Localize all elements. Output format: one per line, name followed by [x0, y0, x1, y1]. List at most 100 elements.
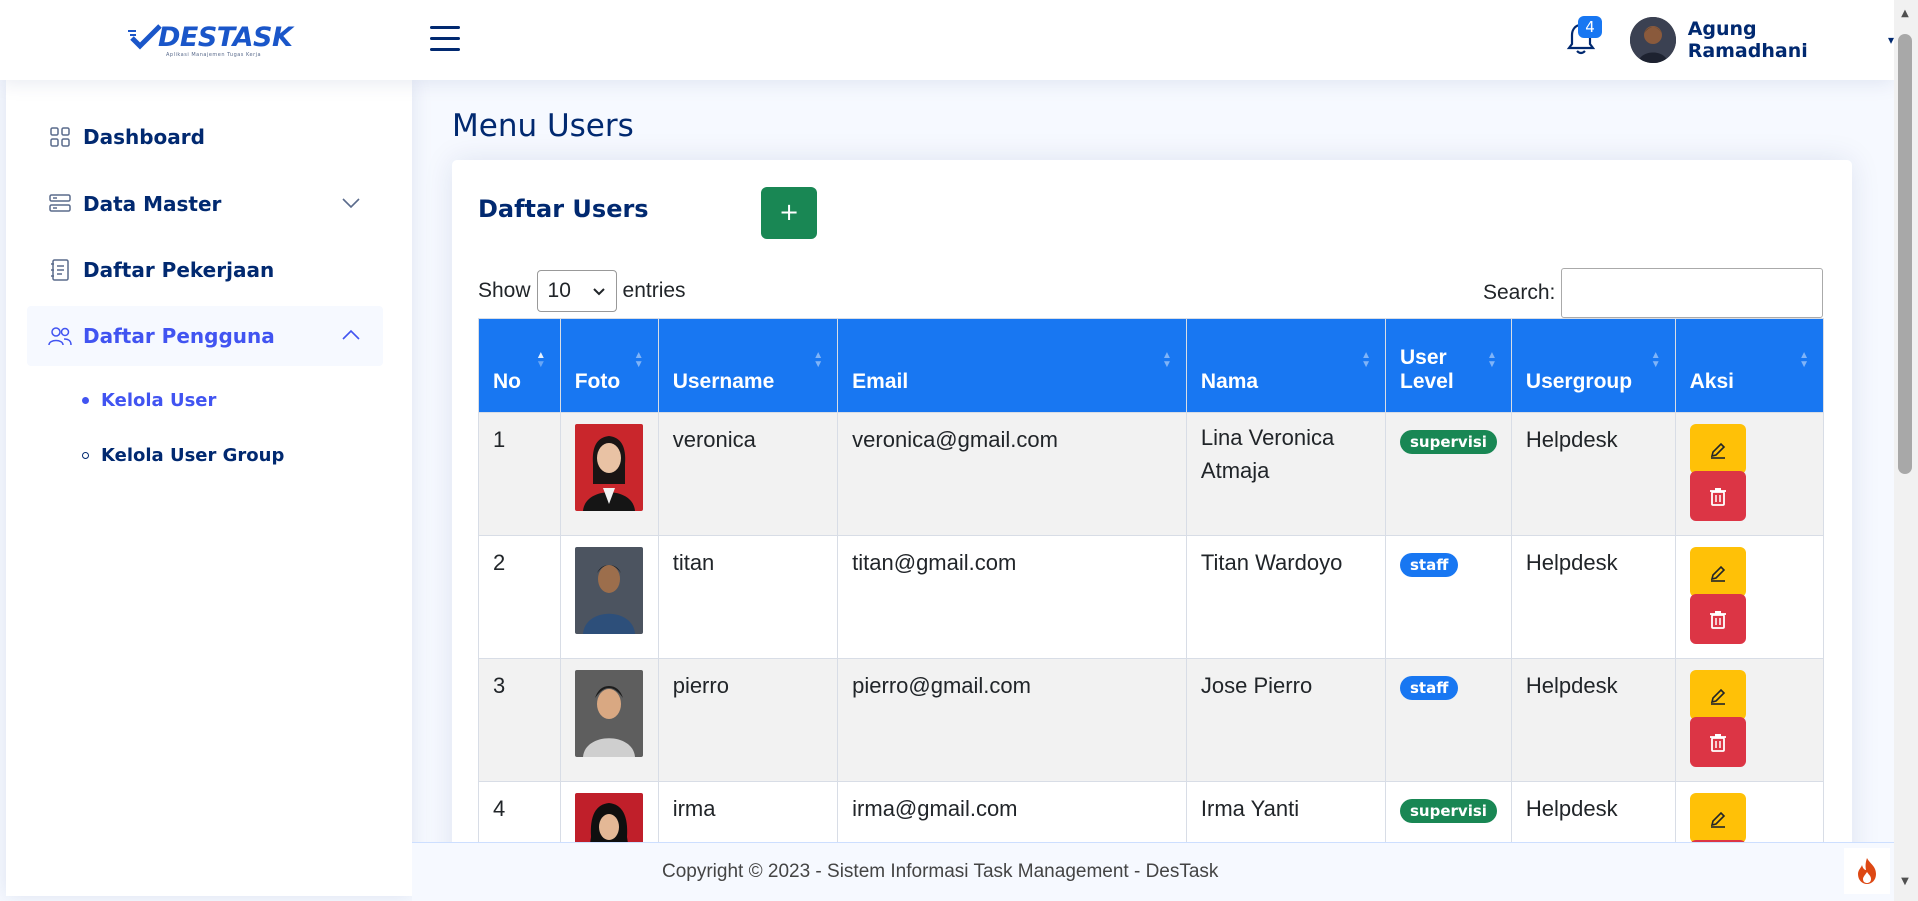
cell-username: pierro [657, 658, 839, 782]
cell-foto [559, 658, 659, 782]
pencil-icon [1710, 566, 1725, 582]
sidebar-subitem-kelola-user[interactable]: Kelola User [82, 385, 216, 415]
cell-foto [559, 412, 659, 536]
cell-aksi [1674, 658, 1825, 782]
bullet-filled-icon [82, 396, 89, 404]
user-name: Agung Ramadhani [1687, 18, 1808, 62]
column-header-usergroup[interactable]: Usergroup ▲ ▼ [1510, 318, 1676, 413]
edit-button[interactable] [1689, 670, 1746, 720]
column-header-foto[interactable]: Foto ▲ ▼ [559, 318, 659, 413]
column-header-username[interactable]: Username ▲ ▼ [657, 318, 839, 413]
sidebar-item-daftar-pekerjaan[interactable]: Daftar Pekerjaan [27, 240, 383, 300]
cell-email: veronica@gmail.com [837, 412, 1187, 536]
column-header-nama[interactable]: Nama ▲ ▼ [1185, 318, 1387, 413]
cell-username: veronica [657, 412, 839, 536]
status-badge: supervisi [1400, 430, 1497, 454]
delete-button[interactable] [1689, 594, 1746, 644]
sidebar-subitem-label: Kelola User [101, 389, 217, 411]
page-title: Menu Users [452, 108, 634, 144]
cell-usergroup: Helpdesk [1510, 535, 1676, 659]
column-header-aksi[interactable]: Aksi ▲ ▼ [1674, 318, 1825, 413]
user-photo [574, 547, 643, 634]
column-header-no[interactable]: No ▲ ▼ [478, 318, 561, 413]
pencil-icon [1710, 689, 1725, 705]
codeigniter-icon[interactable] [1844, 848, 1890, 894]
user-photo [574, 670, 643, 757]
sidebar-subitem-kelola-user-group[interactable]: Kelola User Group [82, 440, 284, 470]
pencil-icon [1710, 443, 1725, 459]
top-header: DESTASK Aplikasi Manajemen Tugas Kerja 4… [0, 0, 1894, 80]
cell-email: titan@gmail.com [837, 535, 1187, 659]
cell-no: 3 [478, 658, 561, 782]
server-icon [47, 191, 73, 217]
status-badge: staff [1400, 553, 1459, 577]
user-photo [574, 424, 643, 511]
cell-aksi [1674, 412, 1825, 536]
destask-logo[interactable]: DESTASK Aplikasi Manajemen Tugas Kerja [128, 22, 293, 60]
cell-no: 2 [478, 535, 561, 659]
scroll-up-arrow-icon[interactable]: ▲ [1899, 8, 1911, 19]
cell-usergroup: Helpdesk [1510, 658, 1676, 782]
cell-user-level: staff [1385, 658, 1512, 782]
users-table: No ▲ ▼ Foto ▲ ▼ Username ▲ ▼ Email ▲ ▼ Nama ▲ ▼ Us… [478, 318, 1825, 901]
edit-button[interactable] [1689, 547, 1746, 597]
table-search: Search: [1483, 268, 1824, 318]
journal-icon [47, 257, 73, 283]
people-icon [47, 323, 73, 349]
add-user-button[interactable]: + [761, 187, 817, 239]
scrollbar-thumb[interactable] [1898, 34, 1912, 474]
bullet-outline-icon [82, 451, 89, 459]
avatar [1630, 17, 1676, 63]
trash-icon [1709, 734, 1726, 753]
pencil-icon [1710, 812, 1725, 828]
card-title: Daftar Users [478, 195, 649, 223]
trash-icon [1709, 488, 1726, 507]
sidebar-item-label: Data Master [83, 192, 222, 216]
entries-select[interactable]: 10 [536, 270, 617, 312]
column-header-email[interactable]: Email ▲ ▼ [837, 318, 1187, 413]
cell-nama: Lina Veronica Atmaja [1185, 412, 1387, 536]
cell-no: 1 [478, 412, 561, 536]
toggle-sidebar-button[interactable] [430, 26, 462, 54]
sidebar-item-label: Daftar Pekerjaan [83, 258, 275, 282]
search-label: Search: [1483, 281, 1556, 304]
cell-email: pierro@gmail.com [837, 658, 1187, 782]
cell-foto [559, 535, 659, 659]
trash-icon [1709, 611, 1726, 630]
sidebar-item-label: Dashboard [83, 125, 205, 149]
sidebar-item-daftar-pengguna[interactable]: Daftar Pengguna [27, 306, 383, 366]
entries-select-value: 10 [547, 279, 571, 302]
edit-button[interactable] [1689, 424, 1746, 474]
cell-user-level: staff [1385, 535, 1512, 659]
chevron-up-icon [341, 326, 361, 345]
sidebar-item-dashboard[interactable]: Dashboard [27, 107, 383, 167]
sidebar-item-data-master[interactable]: Data Master [27, 174, 383, 234]
table-row: 1 veronica veronica@gmail.com Lina Veron… [478, 412, 1825, 536]
sidebar-subitem-label: Kelola User Group [101, 444, 285, 466]
status-badge: staff [1400, 676, 1459, 700]
edit-button[interactable] [1689, 793, 1746, 843]
table-row: 2 titan titan@gmail.com Titan Wardoyo st… [478, 535, 1825, 659]
entries-label: entries [622, 279, 686, 302]
search-input[interactable] [1561, 268, 1824, 318]
cell-nama: Jose Pierro [1185, 658, 1387, 782]
grid-icon [47, 124, 73, 150]
delete-button[interactable] [1689, 471, 1746, 521]
chevron-down-icon [592, 279, 606, 303]
delete-button[interactable] [1689, 717, 1746, 767]
cell-nama: Titan Wardoyo [1185, 535, 1387, 659]
table-header-row: No ▲ ▼ Foto ▲ ▼ Username ▲ ▼ Email ▲ ▼ Nama ▲ ▼ Us… [478, 318, 1825, 413]
cell-aksi [1674, 535, 1825, 659]
column-header-user-level[interactable]: User Level ▲ ▼ [1385, 318, 1512, 413]
logo-text: DESTASK [158, 22, 293, 53]
status-badge: supervisi [1400, 799, 1497, 823]
cell-username: titan [657, 535, 839, 659]
user-profile-dropdown[interactable]: Agung Ramadhani ▾ [1630, 16, 1894, 64]
scroll-down-arrow-icon[interactable]: ▼ [1899, 876, 1911, 887]
table-row: 3 pierro pierro@gmail.com Jose Pierro st… [478, 658, 1825, 782]
notification-count-badge: 4 [1578, 16, 1602, 38]
chevron-down-icon [341, 194, 361, 213]
logo-subtitle: Aplikasi Manajemen Tugas Kerja [166, 52, 262, 58]
cell-user-level: supervisi [1385, 412, 1512, 536]
footer: Copyright © 2023 - Sistem Informasi Task… [412, 842, 1894, 901]
